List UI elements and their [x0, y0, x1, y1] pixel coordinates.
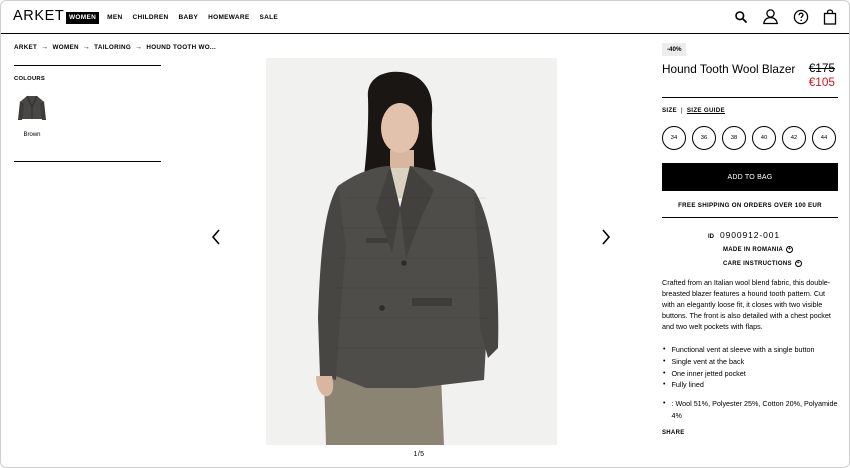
size-row: SIZE | SIZE GUIDE: [662, 107, 725, 114]
nav-homeware[interactable]: HOMEWARE: [206, 12, 251, 24]
list-item: • One inner jetted pocket: [663, 368, 839, 380]
separator: |: [680, 107, 683, 114]
sale-price: €105: [808, 75, 835, 89]
main-nav: WOMEN MEN CHILDREN BABY HOMEWARE SALE: [66, 12, 280, 24]
material-text: : Wool 51%, Polyester 25%, Cotton 20%, P…: [671, 399, 838, 420]
feature-text: Fully lined: [671, 380, 704, 390]
browser-page: ARKET WOMEN MEN CHILDREN BABY HOMEWARE S…: [0, 0, 850, 468]
size-option-38[interactable]: 38: [722, 126, 746, 150]
size-option-44[interactable]: 44: [812, 126, 836, 150]
size-label: SIZE: [662, 107, 677, 114]
breadcrumb-tailoring[interactable]: TAILORING: [94, 44, 131, 51]
shipping-info: FREE SHIPPING ON ORDERS OVER 100 EUR: [678, 202, 822, 209]
id-label: ID: [708, 234, 714, 240]
plus-circle-icon: +: [786, 245, 794, 253]
feature-text: Single vent at the back: [671, 356, 745, 366]
colour-swatch-brown[interactable]: [17, 93, 47, 123]
bullet-icon: •: [663, 357, 666, 365]
list-item: • Single vent at the back: [663, 356, 839, 368]
product-description: Crafted from an Italian wool blend fabri…: [662, 278, 831, 332]
breadcrumb: ARKET → WOMEN → TAILORING → HOUND TOOTH …: [14, 44, 216, 51]
care-label: CARE INSTRUCTIONS: [723, 260, 792, 267]
image-counter: 1/5: [413, 451, 425, 458]
arrow-right-icon: →: [41, 44, 49, 51]
arrow-right-icon: →: [82, 44, 91, 51]
product-title: Hound Tooth Wool Blazer: [662, 62, 796, 76]
feature-text: Functional vent at sleeve with a single …: [671, 345, 815, 354]
share-link[interactable]: SHARE: [662, 430, 685, 436]
breadcrumb-current: HOUND TOOTH WO...: [146, 44, 217, 51]
arrow-right-icon: →: [135, 44, 143, 51]
nav-women[interactable]: WOMEN: [66, 12, 100, 24]
breadcrumb-women[interactable]: WOMEN: [53, 44, 79, 51]
size-selector: 34 36 38 40 42 44: [662, 126, 836, 150]
header-actions: [734, 8, 837, 25]
colour-name: Brown: [23, 132, 41, 138]
chevron-left-icon[interactable]: [210, 228, 222, 246]
original-price: €175: [808, 61, 835, 75]
size-option-34[interactable]: 34: [662, 126, 686, 150]
account-icon[interactable]: [762, 8, 779, 25]
breadcrumb-arket[interactable]: ARKET: [14, 44, 37, 51]
size-option-40[interactable]: 40: [752, 126, 776, 150]
nav-men[interactable]: MEN: [105, 12, 124, 24]
colours-label: COLOURS: [14, 76, 46, 82]
made-in-toggle[interactable]: MADE IN ROMANIA +: [723, 245, 794, 253]
nav-sale[interactable]: SALE: [258, 12, 281, 24]
bullet-icon: •: [663, 400, 666, 407]
site-header: ARKET WOMEN MEN CHILDREN BABY HOMEWARE S…: [1, 1, 849, 34]
care-instructions-toggle[interactable]: CARE INSTRUCTIONS +: [723, 260, 802, 267]
list-item: • Fully lined: [663, 379, 839, 391]
divider: [14, 161, 161, 162]
bag-icon[interactable]: [823, 8, 837, 25]
size-guide-link[interactable]: SIZE GUIDE: [687, 107, 725, 114]
divider: [662, 217, 838, 218]
add-to-bag-button[interactable]: ADD TO BAG: [662, 163, 838, 191]
product-image[interactable]: [266, 58, 557, 445]
nav-children[interactable]: CHILDREN: [131, 12, 171, 24]
discount-badge: -40%: [662, 43, 687, 56]
bullet-icon: •: [663, 346, 666, 353]
size-option-42[interactable]: 42: [782, 126, 806, 150]
feature-list: • Functional vent at sleeve with a single…: [663, 344, 839, 391]
material-composition: • : Wool 51%, Polyester 25%, Cotton 20%,…: [663, 398, 839, 421]
arket-logo[interactable]: ARKET: [13, 8, 64, 24]
search-icon[interactable]: [734, 10, 748, 24]
size-option-36[interactable]: 36: [692, 126, 716, 150]
help-icon[interactable]: [793, 9, 809, 25]
nav-baby[interactable]: BABY: [176, 12, 200, 24]
bullet-icon: •: [663, 369, 666, 377]
plus-circle-icon: +: [794, 259, 802, 267]
feature-text: One inner jetted pocket: [671, 368, 746, 378]
product-id: ID 0900912-001: [708, 230, 780, 240]
divider: [14, 65, 161, 66]
id-value: 0900912-001: [720, 230, 781, 240]
list-item: • Functional vent at sleeve with a single…: [663, 344, 839, 356]
made-in-label: MADE IN ROMANIA: [723, 246, 784, 253]
bullet-icon: •: [663, 381, 666, 389]
divider: [662, 97, 838, 98]
chevron-right-icon[interactable]: [600, 228, 612, 246]
